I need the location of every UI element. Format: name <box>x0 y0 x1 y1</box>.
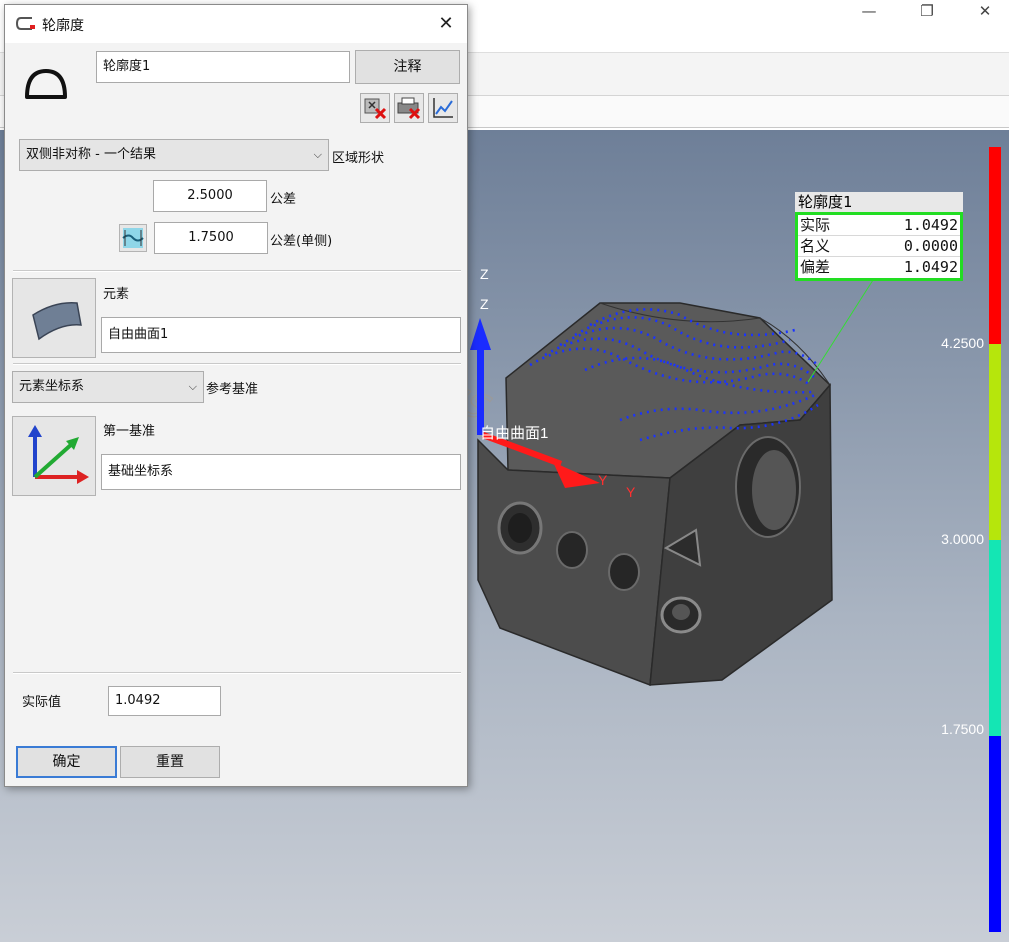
profile-symbol-icon <box>25 69 67 99</box>
scale-label-lower: 1.7500 <box>941 721 984 737</box>
result-value: 1.0492 <box>903 216 958 234</box>
front-hole-medium <box>556 531 588 569</box>
dialog-title: 轮廓度 <box>42 18 84 34</box>
zone-shape-value: 双侧非对称 - 一个结果 <box>26 147 156 162</box>
result-box[interactable]: 轮廓度1 实际 1.0492 名义 0.0000 偏差 1.0492 <box>795 192 963 281</box>
chevron-down-icon: ⌵ <box>188 380 197 393</box>
color-scale-red <box>989 147 1001 344</box>
separator <box>13 270 461 272</box>
profile-dialog-icon <box>16 17 35 30</box>
chevron-down-icon: ⌵ <box>313 148 322 161</box>
reference-label: 参考基准 <box>206 382 259 397</box>
reference-value: 元素坐标系 <box>19 379 85 394</box>
graph-icon[interactable] <box>428 93 458 123</box>
result-row-nominal: 名义 0.0000 <box>798 236 960 257</box>
first-datum-input[interactable]: 基础坐标系 <box>101 454 461 490</box>
result-table: 实际 1.0492 名义 0.0000 偏差 1.0492 <box>795 212 963 281</box>
maximize-button[interactable]: ❐ <box>904 0 950 26</box>
profile-dialog: 轮廓度 ✕ 轮廓度1 注释 双侧非对称 - 一个结果 ⌵ 区域形状 2.5000 <box>4 4 468 787</box>
result-key: 偏差 <box>800 258 831 276</box>
color-scale-blue <box>989 736 1001 932</box>
result-key: 实际 <box>800 216 831 234</box>
separator <box>13 672 461 674</box>
element-input[interactable]: 自由曲面1 <box>101 317 461 353</box>
one-side-tolerance-input[interactable]: 1.7500 <box>154 222 268 254</box>
annotation-button[interactable]: 注释 <box>355 50 460 84</box>
y-axis-label-1: Y <box>598 472 608 488</box>
surface-icon[interactable] <box>12 278 96 358</box>
tolerance-input[interactable]: 2.5000 <box>153 180 267 212</box>
scale-label-upper: 4.2500 <box>941 335 984 351</box>
z-axis-label-1: Z <box>480 266 489 282</box>
dialog-close-button[interactable]: ✕ <box>435 13 457 35</box>
delete-result-icon[interactable] <box>360 93 390 123</box>
feature-name-input[interactable]: 轮廓度1 <box>96 51 350 83</box>
actual-label: 实际值 <box>22 695 62 710</box>
first-datum-label: 第一基准 <box>103 424 156 439</box>
z-axis-label-2: Z <box>480 296 489 312</box>
leader-line <box>807 279 874 383</box>
one-side-tolerance-icon[interactable] <box>119 224 147 252</box>
minimize-button[interactable]: — <box>846 0 892 26</box>
result-row-actual: 实际 1.0492 <box>798 215 960 236</box>
y-axis-label-2: Y <box>626 484 636 500</box>
result-value: 0.0000 <box>903 237 958 255</box>
color-scale-yellow-green <box>989 344 1001 540</box>
element-label: 元素 <box>103 287 130 302</box>
front-hole-small <box>608 553 640 591</box>
result-box-title: 轮廓度1 <box>795 192 963 212</box>
separator <box>13 363 461 365</box>
reset-button[interactable]: 重置 <box>120 746 220 778</box>
feature-label[interactable]: 自由曲面1 <box>480 422 548 443</box>
dialog-titlebar: 轮廓度 ✕ <box>5 5 467 43</box>
one-side-tolerance-label: 公差(单侧) <box>270 234 333 249</box>
result-value: 1.0492 <box>903 258 958 276</box>
tolerance-label: 公差 <box>270 192 297 207</box>
zone-shape-label: 区域形状 <box>332 151 385 166</box>
result-row-deviation: 偏差 1.0492 <box>798 257 960 278</box>
print-report-icon[interactable] <box>394 93 424 123</box>
ok-button[interactable]: 确定 <box>16 746 117 778</box>
reference-select[interactable]: 元素坐标系 ⌵ <box>12 371 204 403</box>
scale-label-middle: 3.0000 <box>941 531 984 547</box>
color-scale-teal <box>989 540 1001 736</box>
close-window-button[interactable]: ✕ <box>962 0 1008 26</box>
actual-value-field: 1.0492 <box>108 686 221 716</box>
result-key: 名义 <box>800 237 831 255</box>
coordinate-system-icon[interactable] <box>12 416 96 496</box>
zone-shape-select[interactable]: 双侧非对称 - 一个结果 ⌵ <box>19 139 329 171</box>
